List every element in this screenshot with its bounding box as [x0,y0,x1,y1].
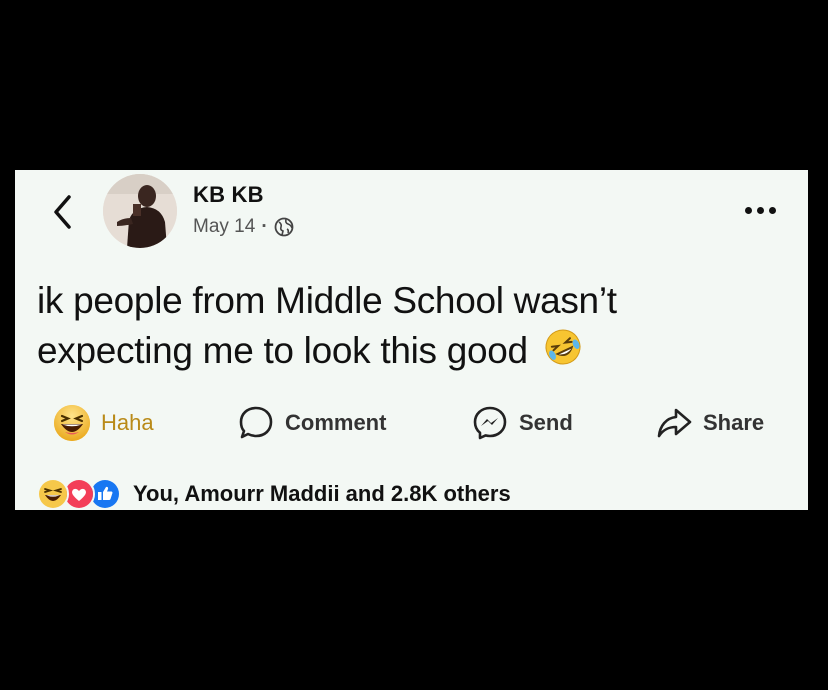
share-icon [657,408,692,438]
avatar[interactable] [103,174,177,248]
chevron-left-icon [54,195,71,229]
reactions-summary[interactable]: You, Amourr Maddii and 2.8K others [37,476,511,510]
more-options-button[interactable] [740,200,780,220]
share-button[interactable]: Share [655,398,764,448]
post-meta: May 14 · [193,216,294,238]
dot-icon [768,206,776,214]
dot-icon [756,206,764,214]
post-actions-bar: Haha Comment Send Share [15,398,808,448]
author-name[interactable]: KB KB [193,182,264,208]
comment-label: Comment [285,410,387,435]
reaction-icons [37,478,121,510]
messenger-icon [473,406,507,440]
send-label: Send [519,410,573,435]
globe-icon [274,217,294,237]
comment-icon [239,406,273,439]
haha-icon [54,405,90,441]
post-card: KB KB May 14 · ik people from Middle Sch… [15,170,808,510]
send-button[interactable]: Send [471,398,573,448]
haha-label: Haha [101,410,154,435]
post-text: ik people from Middle School wasn’t expe… [37,276,777,379]
haha-button[interactable]: Haha [53,398,154,448]
meta-separator: · [261,216,268,237]
post-date[interactable]: May 14 [193,216,255,238]
dot-icon [744,206,752,214]
avatar-photo [103,174,177,248]
post-text-body: ik people from Middle School wasn’t expe… [37,280,617,371]
back-button[interactable] [49,192,75,232]
share-label: Share [703,410,765,435]
comment-button[interactable]: Comment [237,398,386,448]
haha-icon [37,478,69,510]
reactions-text: You, Amourr Maddii and 2.8K others [133,481,511,506]
rolling-on-floor-laughing-emoji [544,328,582,379]
